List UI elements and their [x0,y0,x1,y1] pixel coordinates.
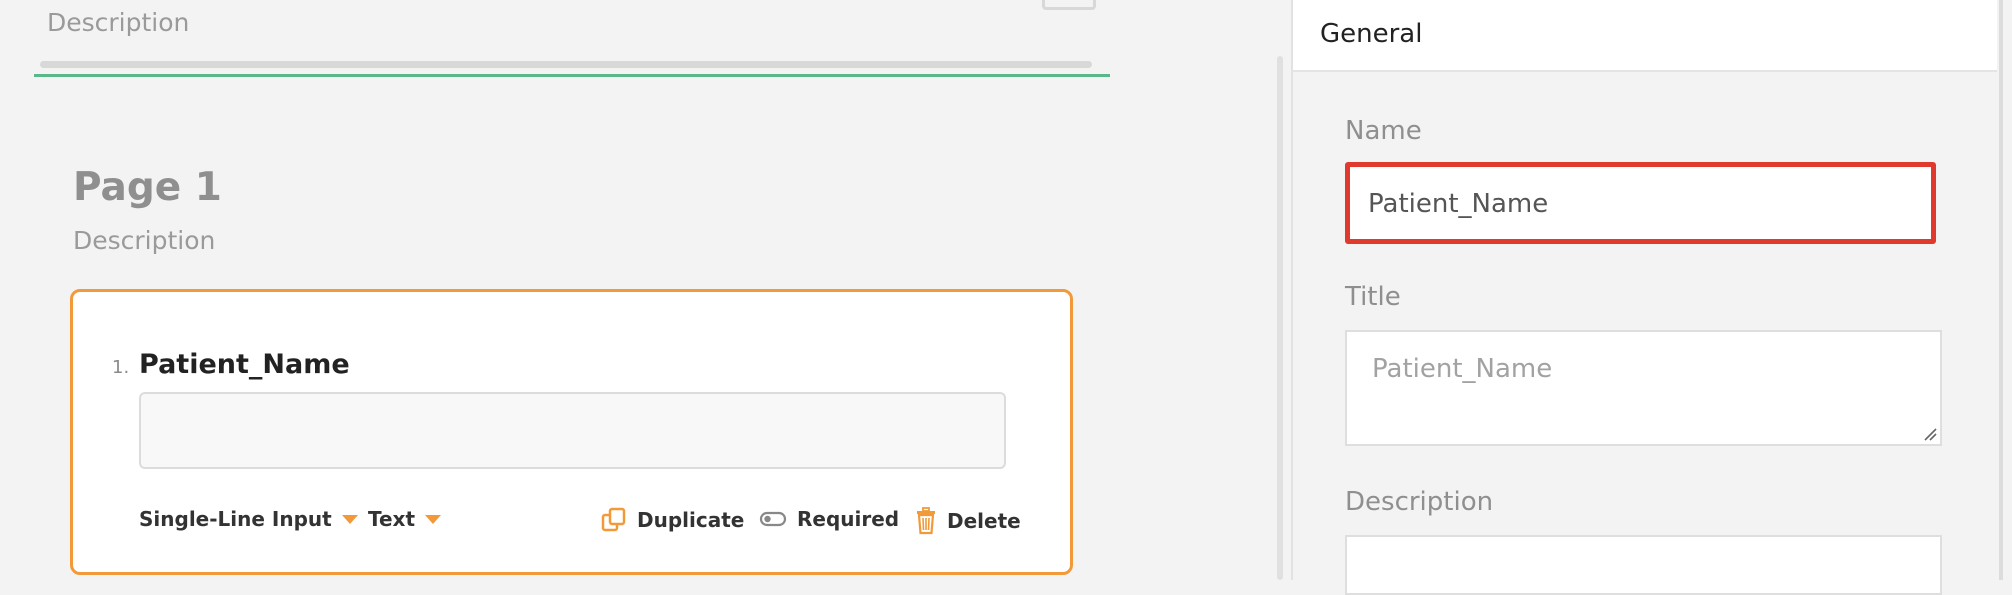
toolbox-icon[interactable] [1042,0,1096,10]
name-field[interactable]: Patient_Name [1345,162,1936,244]
page-description[interactable]: Description [73,226,215,255]
duplicate-button[interactable]: Duplicate [601,507,744,533]
resize-grip-icon[interactable] [1923,427,1937,441]
question-card[interactable]: 1. Patient_Name Single-Line Input Text D… [70,289,1073,575]
title-label: Title [1345,282,1401,312]
question-type-label: Single-Line Input [139,507,332,531]
question-answer-input[interactable] [139,392,1006,469]
trash-icon [915,507,937,535]
required-toggle[interactable]: Required [759,507,899,531]
general-section-title[interactable]: General [1320,19,1422,49]
question-number: 1. [112,357,130,378]
delete-label: Delete [947,509,1021,533]
description-label: Description [1345,487,1494,517]
panel-scrollbar[interactable] [1999,0,2003,580]
panel-header[interactable]: General [1293,0,1997,72]
name-label: Name [1345,116,1422,146]
required-label: Required [797,507,900,531]
page-title[interactable]: Page 1 [73,165,222,210]
question-type-dropdown[interactable]: Single-Line Input [139,507,358,531]
question-title[interactable]: Patient_Name [139,349,350,380]
duplicate-label: Duplicate [637,508,745,532]
caret-down-icon [425,514,442,524]
title-field-placeholder: Patient_Name [1372,354,1553,384]
canvas-scrollbar[interactable] [1277,56,1283,580]
survey-description[interactable]: Description [47,8,189,37]
caret-down-icon [341,514,358,524]
progress-accent-line [34,74,1110,77]
title-field[interactable]: Patient_Name [1345,330,1942,446]
properties-panel: General Name Patient_Name Title Patient_… [1291,0,2003,595]
delete-button[interactable]: Delete [915,507,1021,535]
name-field-value: Patient_Name [1368,189,1549,219]
description-field[interactable] [1345,535,1942,595]
progress-track [40,61,1092,68]
input-type-label: Text [368,507,416,531]
toggle-icon [759,510,787,528]
duplicate-icon [601,507,627,533]
input-type-dropdown[interactable]: Text [368,507,442,531]
